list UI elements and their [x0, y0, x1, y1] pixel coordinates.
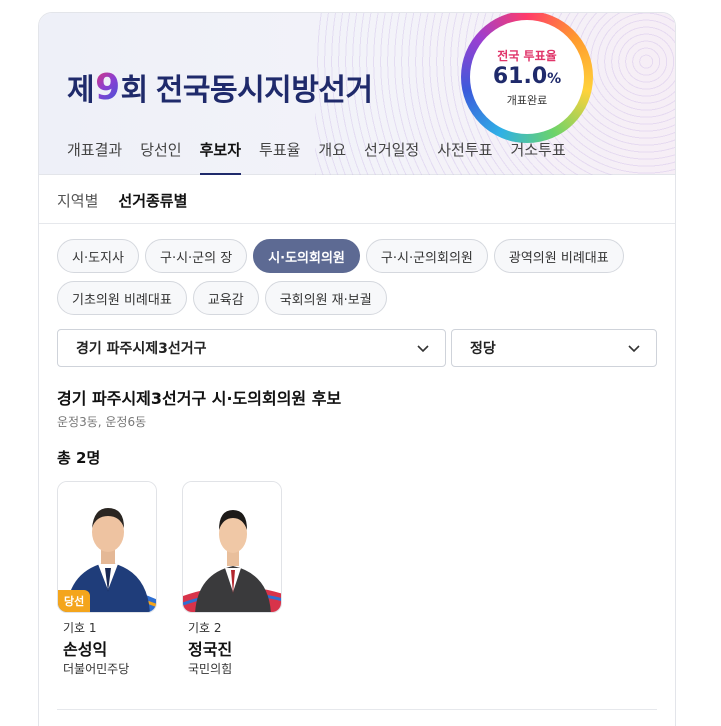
main-tabs: 개표결과 당선인 후보자 투표율 개요 선거일정 사전투표 거소투표	[67, 137, 584, 175]
chip-provincial-proportional[interactable]: 광역의원 비례대표	[493, 239, 624, 273]
district-select-value: 경기 파주시제3선거구	[76, 341, 207, 357]
tab-candidates[interactable]: 후보자	[199, 137, 242, 175]
election-card: 제 9 회 전국동시지방선거 전국 투표율 61.0% 개표완료 개표결과 당선…	[38, 12, 676, 726]
tab-overview[interactable]: 개요	[318, 137, 346, 175]
result-heading: 경기 파주시제3선거구 시·도의회의원 후보	[57, 389, 342, 408]
chip-row: 시·도지사 구·시·군의 장 시·도의회의원 구·시·군의회의원 광역의원 비례…	[57, 239, 667, 273]
candidate-card[interactable]: 기호 2 정국진 국민의힘	[182, 481, 282, 677]
turnout-ring: 전국 투표율 61.0% 개표완료	[461, 13, 593, 143]
logo-mid: 회	[120, 73, 149, 108]
chevron-down-icon	[417, 345, 429, 353]
tab-absentee-voting[interactable]: 거소투표	[510, 137, 565, 175]
turnout-ring-inner: 전국 투표율 61.0% 개표완료	[470, 20, 584, 134]
candidate-card[interactable]: 당선 기호 1 손성익 더불어민주당	[57, 481, 157, 677]
election-banner: 제 9 회 전국동시지방선거 전국 투표율 61.0% 개표완료 개표결과 당선…	[39, 13, 675, 175]
subtab-by-election-type[interactable]: 선거종류별	[118, 190, 187, 224]
tab-schedule[interactable]: 선거일정	[364, 137, 419, 175]
logo-number: 9	[95, 66, 120, 108]
chip-by-election[interactable]: 국회의원 재·보궐	[264, 281, 387, 315]
candidate-name: 손성익	[63, 640, 108, 659]
chip-provincial-council[interactable]: 시·도의회의원	[253, 239, 360, 273]
chip-governor[interactable]: 시·도지사	[57, 239, 139, 273]
district-select[interactable]: 경기 파주시제3선거구	[57, 329, 446, 367]
candidate-photo	[182, 481, 282, 613]
election-logo: 제 9 회 전국동시지방선거	[67, 65, 373, 109]
candidate-party: 더불어민주당	[63, 662, 130, 676]
candidate-name: 정국진	[188, 640, 233, 659]
count-status: 개표완료	[506, 93, 548, 107]
tab-count-results[interactable]: 개표결과	[67, 137, 122, 175]
chip-superintendent[interactable]: 교육감	[192, 281, 259, 315]
candidate-number: 기호 2	[188, 621, 222, 635]
divider	[39, 223, 675, 224]
chevron-down-icon	[628, 345, 640, 353]
chip-local-council[interactable]: 구·시·군의회의원	[365, 239, 488, 273]
candidate-number: 기호 1	[63, 621, 97, 635]
tab-early-voting[interactable]: 사전투표	[437, 137, 492, 175]
chip-row: 기초의원 비례대표 교육감 국회의원 재·보궐	[57, 281, 667, 315]
result-dongs: 운정3동, 운정6동	[57, 415, 147, 429]
tab-turnout[interactable]: 투표율	[259, 137, 300, 175]
logo-suffix: 전국동시지방선거	[155, 73, 373, 108]
turnout-label: 전국 투표율	[497, 48, 557, 63]
candidate-portrait	[183, 482, 281, 612]
elected-badge: 당선	[58, 590, 91, 612]
subtab-by-region[interactable]: 지역별	[57, 190, 98, 224]
result-total: 총 2명	[57, 449, 101, 467]
logo-prefix: 제	[67, 73, 95, 108]
divider	[57, 709, 657, 710]
sub-tabs: 지역별 선거종류별	[57, 190, 207, 224]
party-select[interactable]: 정당	[451, 329, 657, 367]
turnout-unit: %	[547, 70, 562, 87]
candidate-photo: 당선	[57, 481, 157, 613]
party-select-value: 정당	[470, 341, 496, 357]
tab-winners[interactable]: 당선인	[140, 137, 181, 175]
turnout-value-wrap: 61.0%	[493, 64, 561, 92]
election-type-chips: 시·도지사 구·시·군의 장 시·도의회의원 구·시·군의회의원 광역의원 비례…	[57, 239, 667, 323]
chip-mayor[interactable]: 구·시·군의 장	[144, 239, 248, 273]
chip-local-proportional[interactable]: 기초의원 비례대표	[57, 281, 187, 315]
turnout-value: 61.0	[492, 63, 548, 89]
candidate-party: 국민의힘	[188, 662, 233, 676]
